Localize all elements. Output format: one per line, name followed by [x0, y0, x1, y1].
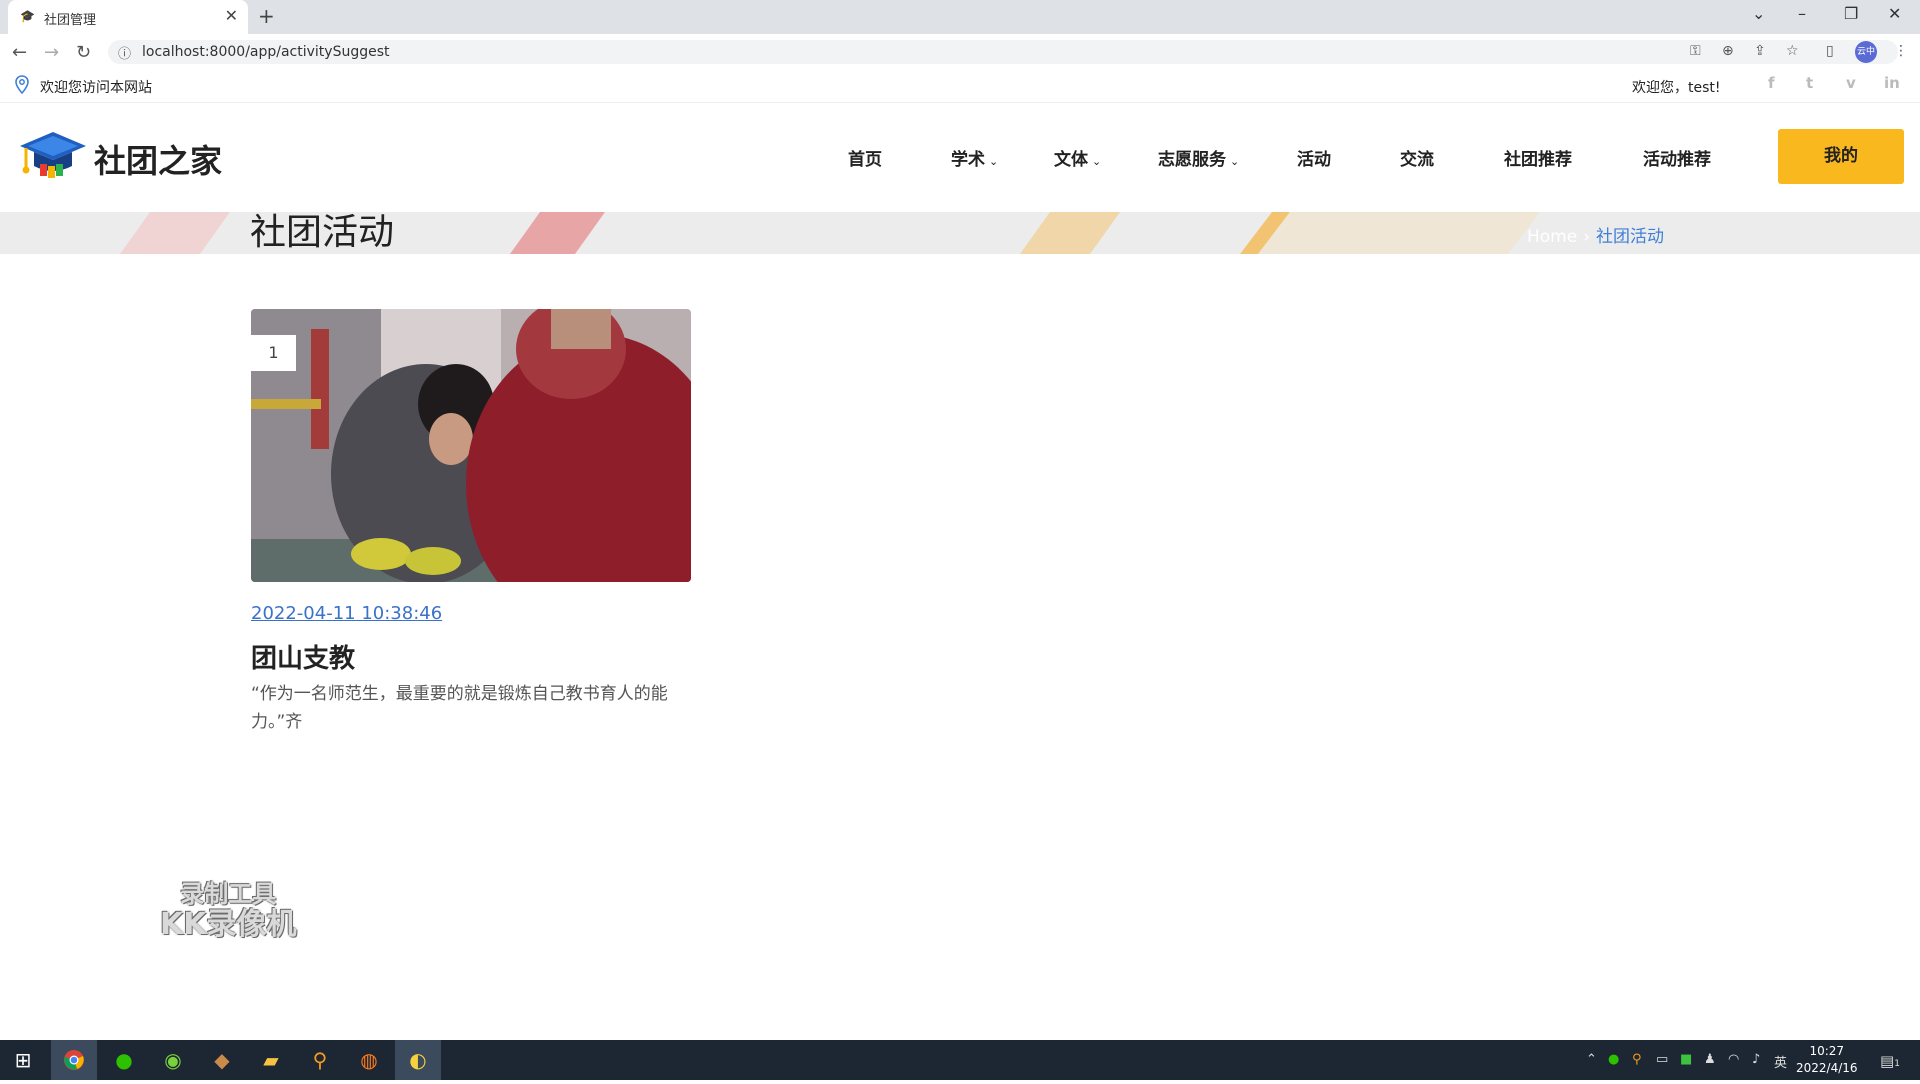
activity-image[interactable] — [251, 309, 691, 582]
app-tiger-taskbar-icon[interactable]: ◆ — [199, 1040, 245, 1080]
windows-start-icon[interactable]: ⊞ — [0, 1040, 46, 1080]
graduation-cap-logo-icon[interactable] — [18, 128, 88, 184]
nav-club-recommend-label: 社团推荐 — [1504, 150, 1572, 170]
tab-search-chevron-icon[interactable]: ⌄ — [1752, 4, 1765, 23]
graduation-cap-favicon-icon: 🎓 — [20, 9, 35, 23]
back-icon[interactable]: ← — [12, 42, 27, 63]
chevron-down-icon: ⌄ — [1092, 155, 1102, 168]
nav-club-recommend[interactable]: 社团推荐 — [1504, 145, 1572, 170]
breadcrumb: Home › 社团活动 — [1527, 222, 1664, 247]
forward-icon[interactable]: → — [44, 42, 59, 63]
activity-description: “作为一名师范生，最重要的就是锻炼自己教书育人的能力。”齐 — [251, 684, 668, 732]
nav-volunteer-label: 志愿服务 — [1158, 150, 1226, 170]
profile-avatar[interactable]: 云中 — [1855, 41, 1877, 63]
location-pin-icon — [14, 75, 30, 99]
activity-title[interactable]: 团山支教 — [251, 638, 355, 675]
restore-icon[interactable]: ❐ — [1844, 4, 1858, 23]
browser-tabstrip — [0, 0, 1920, 34]
new-tab-icon[interactable]: + — [258, 4, 275, 28]
twitter-icon[interactable]: t — [1806, 74, 1813, 92]
app-green-taskbar-icon[interactable]: ◉ — [150, 1040, 196, 1080]
close-window-icon[interactable]: ✕ — [1888, 4, 1901, 23]
nav-home[interactable]: 首页 — [848, 145, 882, 170]
chrome-taskbar-icon[interactable] — [51, 1040, 97, 1080]
nav-exchange-label: 交流 — [1400, 150, 1434, 170]
facebook-icon[interactable]: f — [1768, 74, 1775, 92]
device-tray-icon[interactable]: ▭ — [1656, 1052, 1668, 1067]
breadcrumb-home[interactable]: Home — [1527, 227, 1577, 247]
minimize-icon[interactable]: – — [1798, 4, 1806, 23]
reload-icon[interactable]: ↻ — [76, 42, 91, 63]
site-topbar: 欢迎您访问本网站 欢迎您，test! — [0, 70, 1920, 103]
volume-icon[interactable]: ♪ — [1752, 1052, 1760, 1067]
nav-culture-sports[interactable]: 文体 ⌄ — [1054, 145, 1101, 170]
taskbar-clock[interactable]: 10:27 2022/4/16 — [1796, 1043, 1858, 1077]
chevron-right-icon: › — [1583, 227, 1591, 247]
logo-text[interactable]: 社团之家 — [94, 136, 222, 182]
file-explorer-taskbar-icon[interactable]: ▰ — [248, 1040, 294, 1080]
chevron-down-icon: ⌄ — [989, 155, 999, 168]
share-icon[interactable]: ⇪ — [1754, 43, 1766, 59]
qq-tray-icon[interactable]: ♟ — [1704, 1052, 1716, 1067]
nav-home-label: 首页 — [848, 150, 882, 170]
zoom-icon[interactable]: ⊕ — [1722, 43, 1734, 59]
search-app-taskbar-icon[interactable]: ⚲ — [297, 1040, 343, 1080]
recorder-watermark: 录制工具 KK录像机 — [160, 880, 297, 942]
nav-activity-label: 活动 — [1297, 150, 1331, 170]
tab-title: 社团管理 — [44, 13, 97, 28]
url-text: localhost:8000/app/activitySuggest — [142, 44, 390, 60]
notification-center-icon[interactable]: ▤1 — [1880, 1052, 1900, 1070]
notification-count: 1 — [1894, 1059, 1900, 1069]
browser-menu-icon[interactable]: ⋮ — [1894, 43, 1908, 59]
chevron-down-icon: ⌄ — [1230, 155, 1240, 168]
user-greeting: 欢迎您，test! — [1632, 80, 1721, 96]
nav-activity-recommend-label: 活动推荐 — [1643, 150, 1711, 170]
app-orange-taskbar-icon[interactable]: ◍ — [346, 1040, 392, 1080]
recorder-taskbar-icon[interactable]: ◐ — [395, 1040, 441, 1080]
clock-time: 10:27 — [1809, 1044, 1845, 1058]
linkedin-icon[interactable]: in — [1884, 74, 1900, 92]
nav-volunteer[interactable]: 志愿服务 ⌄ — [1158, 145, 1239, 170]
app-tray-icon[interactable]: ■ — [1680, 1052, 1692, 1067]
mine-button[interactable]: 我的 — [1778, 129, 1904, 184]
nav-activity-recommend[interactable]: 活动推荐 — [1643, 145, 1711, 170]
welcome-text: 欢迎您访问本网站 — [40, 80, 152, 96]
tray-expand-icon[interactable]: ⌃ — [1586, 1052, 1597, 1067]
wechat-taskbar-icon[interactable]: ● — [101, 1040, 147, 1080]
search-tray-icon[interactable]: ⚲ — [1632, 1052, 1642, 1067]
bookmark-star-icon[interactable]: ☆ — [1786, 43, 1799, 59]
breadcrumb-current: 社团活动 — [1596, 227, 1665, 247]
wifi-icon[interactable]: ◠ — [1728, 1052, 1739, 1067]
browser-tab[interactable]: 🎓 社团管理 ✕ — [8, 0, 248, 34]
ime-indicator[interactable]: 英 — [1774, 1052, 1787, 1071]
omnibox[interactable]: ⓘ localhost:8000/app/activitySuggest — [108, 40, 1898, 64]
site-info-icon[interactable]: ⓘ — [118, 43, 131, 62]
close-tab-icon[interactable]: ✕ — [225, 6, 238, 25]
key-icon[interactable]: ⚿ — [1690, 43, 1701, 59]
watermark-line2: KK录像机 — [160, 907, 297, 942]
activity-rank-badge: 1 — [251, 335, 296, 371]
wechat-tray-icon[interactable]: ● — [1608, 1052, 1619, 1067]
activity-date-link[interactable]: 2022-04-11 10:38:46 — [251, 603, 442, 624]
page-title: 社团活动 — [250, 212, 395, 253]
vimeo-icon[interactable]: v — [1846, 74, 1856, 92]
clock-date: 2022/4/16 — [1796, 1061, 1858, 1075]
side-panel-icon[interactable]: ▯ — [1826, 43, 1834, 59]
nav-culture-sports-label: 文体 — [1054, 150, 1088, 170]
nav-activity[interactable]: 活动 — [1297, 145, 1331, 170]
watermark-line1: 录制工具 — [180, 880, 277, 908]
nav-academic-label: 学术 — [951, 150, 985, 170]
nav-academic[interactable]: 学术 ⌄ — [951, 145, 998, 170]
nav-exchange[interactable]: 交流 — [1400, 145, 1434, 170]
